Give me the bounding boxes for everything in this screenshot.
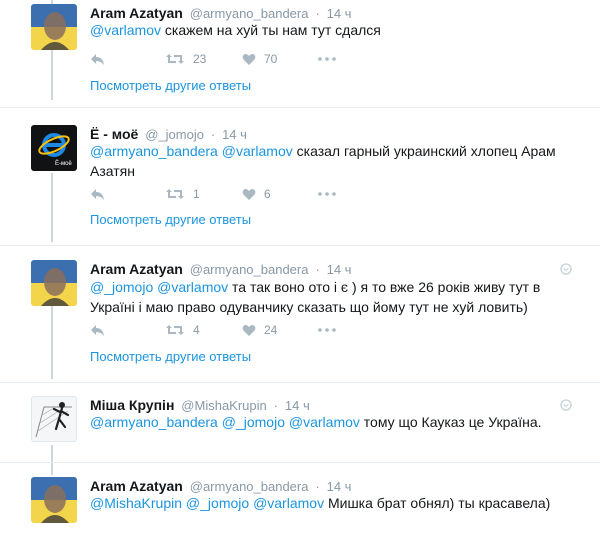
tweet-text-body: сказал гарный украинский хлопец Арам [292,143,556,159]
reply-icon [91,325,104,336]
mention-link[interactable]: @varlamov [90,22,161,38]
separator-dot: · [210,127,216,142]
more-dots-icon [318,328,336,332]
volleyball-player-icon [35,402,72,438]
separator-dot: · [273,398,278,413]
separator-dot: · [315,262,320,277]
retweet-count: 23 [193,52,207,66]
mention-link[interactable]: @varlamov [222,143,293,159]
separator-dot: · [315,479,320,494]
tweet-text: @_jomojo @varlamov та так воно ото і є )… [90,277,560,317]
like-count: 6 [264,187,271,201]
reply-button[interactable] [90,321,106,339]
timestamp[interactable]: 14 ч [327,479,352,494]
tweet-text-body: тому що Кауказ це Україна. [359,414,542,430]
divider [0,107,600,108]
heart-icon [242,188,256,200]
avatar[interactable] [31,477,77,523]
like-count: 24 [264,323,278,337]
avatar-face-icon [41,485,69,523]
tweet-text-body: Азатян [90,163,135,179]
divider [0,462,600,463]
tweet-text-body: Україні і маю право одуванчику сказать щ… [90,299,528,315]
tweet-text: @varlamov скажем на хуй ты нам тут сдалс… [90,20,560,40]
reply-icon [91,189,104,200]
author-handle[interactable]: @armyano_bandera [190,262,309,277]
author-name[interactable]: Міша Крупін [90,397,174,413]
tweet-text-body: та так воно ото і є ) я то вже 26 років … [228,279,541,295]
avatar-face-icon [41,12,69,50]
show-more-replies-link[interactable]: Посмотреть другие ответы [90,78,251,94]
more-button[interactable] [318,50,336,68]
avatar-logo-text: Ё-моё [55,160,72,167]
tweet-text: @MishaKrupin @_jomojo @varlamov Мишка бр… [90,493,560,513]
author-name[interactable]: Aram Azatyan [90,261,183,277]
retweet-button[interactable]: 4 [165,321,200,339]
timestamp[interactable]: 14 ч [327,6,352,21]
more-button[interactable] [318,321,336,339]
heart-icon [242,324,256,336]
avatar[interactable] [31,260,77,306]
like-button[interactable]: 24 [242,321,277,339]
like-count: 70 [264,52,278,66]
timestamp[interactable]: 14 ч [222,127,247,142]
retweet-button[interactable]: 23 [165,50,206,68]
divider [0,245,600,246]
tweet-text-body: Мишка брат обнял) ты красавела) [324,495,551,511]
more-button[interactable] [318,185,336,203]
timestamp[interactable]: 14 ч [327,262,352,277]
retweet-button[interactable]: 1 [165,185,200,203]
author-name[interactable]: Ё - моё [90,126,138,142]
author-handle[interactable]: @armyano_bandera [190,6,309,21]
tweet[interactable]: Aram Azatyan @armyano_bandera · 14 ч @_j… [0,260,600,382]
like-button[interactable]: 70 [242,50,277,68]
chevron-down-icon[interactable] [560,399,572,411]
tweet[interactable]: Aram Azatyan @armyano_bandera · 14 ч @va… [0,0,600,107]
author-handle[interactable]: @_jomojo [145,127,204,142]
separator-dot: · [315,6,320,21]
more-dots-icon [318,192,336,196]
avatar-face-icon [41,268,69,306]
show-more-replies-link[interactable]: Посмотреть другие ответы [90,349,251,365]
mention-link[interactable]: @armyano_bandera [90,414,218,430]
mention-link[interactable]: @varlamov [253,495,324,511]
retweet-icon [166,54,184,64]
show-more-replies-link[interactable]: Посмотреть другие ответы [90,212,251,228]
reply-button[interactable] [90,50,106,68]
tweet[interactable]: Aram Azatyan @armyano_bandera · 14 ч @Mi… [0,477,600,549]
author-handle[interactable]: @MishaKrupin [181,398,266,413]
mention-link[interactable]: @_jomojo [90,279,153,295]
mention-link[interactable]: @MishaKrupin [90,495,182,511]
reply-button[interactable] [90,185,106,203]
avatar[interactable]: Ё-моё [31,125,77,171]
mention-link[interactable]: @varlamov [157,279,228,295]
tweet-text-body: скажем на хуй ты нам тут сдался [161,22,381,38]
tweet[interactable]: Міша Крупін @MishaKrupin · 14 ч @armyano… [0,396,600,462]
tweet-text: @armyano_bandera @varlamov сказал гарный… [90,141,560,181]
mention-link[interactable]: @_jomojo [222,414,285,430]
more-dots-icon [318,57,336,61]
author-name[interactable]: Aram Azatyan [90,478,183,494]
tweet-text: @armyano_bandera @_jomojo @varlamov тому… [90,412,560,432]
divider [0,382,600,383]
mention-link[interactable]: @armyano_bandera [90,143,218,159]
author-handle[interactable]: @armyano_bandera [190,479,309,494]
chevron-down-icon[interactable] [560,263,572,275]
retweet-icon [166,189,184,199]
like-button[interactable]: 6 [242,185,271,203]
reply-icon [91,54,104,65]
mention-link[interactable]: @varlamov [289,414,360,430]
timestamp[interactable]: 14 ч [285,398,310,413]
retweet-icon [166,325,184,335]
ie-logo-icon: Ё-моё [38,133,72,167]
heart-icon [242,53,256,65]
retweet-count: 4 [193,323,200,337]
author-name[interactable]: Aram Azatyan [90,5,183,21]
avatar[interactable] [31,4,77,50]
avatar[interactable] [31,396,77,442]
retweet-count: 1 [193,187,200,201]
tweet[interactable]: Ё-моё Ё - моё @_jomojo · 14 ч @armyano_b… [0,122,600,245]
mention-link[interactable]: @_jomojo [186,495,249,511]
